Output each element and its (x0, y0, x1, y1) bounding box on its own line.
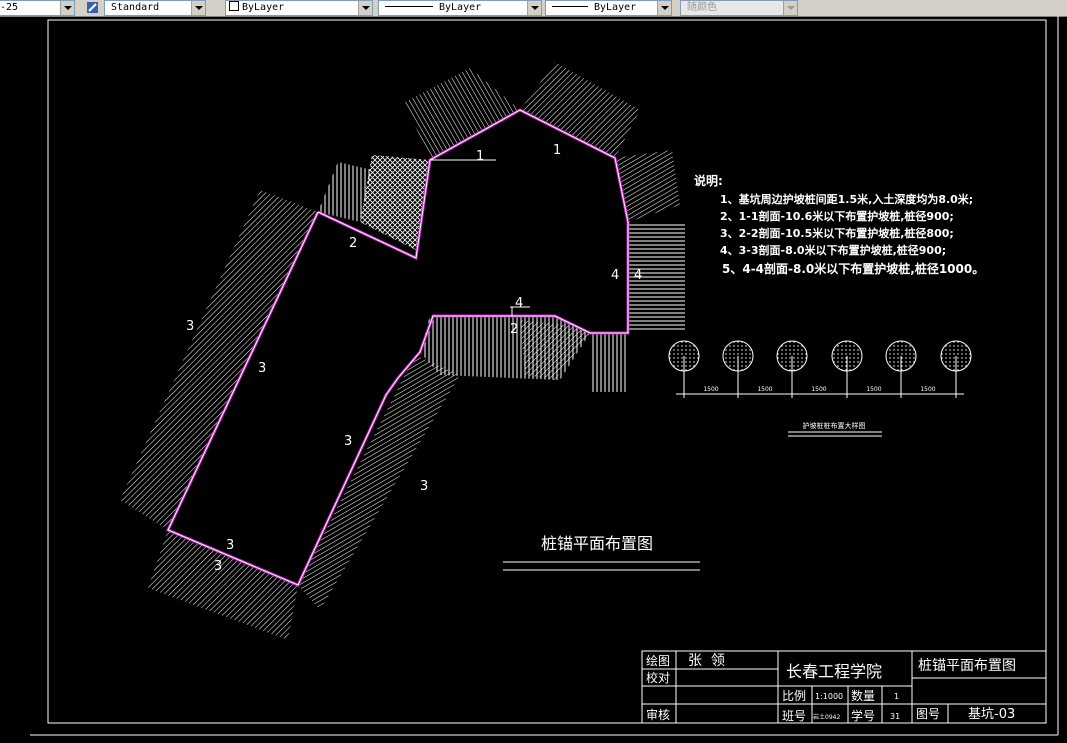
notes-heading: 说明: (694, 173, 723, 188)
section-label: 3 (420, 479, 428, 494)
dimstyle-value: -25 (0, 2, 19, 13)
section-label: 3 (186, 319, 194, 334)
layer-value: ByLayer (242, 2, 285, 13)
layer-color-dropdown[interactable]: ByLayer (225, 0, 373, 16)
section-label: 3 (214, 559, 222, 574)
plotstyle-dropdown[interactable]: 随颜色 (680, 0, 798, 16)
section-label: 3 (344, 434, 352, 449)
lineweight-value: ByLayer (594, 2, 637, 13)
plotstyle-value: 随颜色 (687, 2, 717, 13)
section-label: 3 (226, 538, 234, 553)
note-line: 5、4-4剖面-8.0米以下布置护坡桩,桩径1000。 (722, 261, 984, 276)
dimstyle-dropdown[interactable]: -25 (0, 0, 75, 16)
spacing-label: 1500 (757, 386, 772, 393)
chevron-down-icon[interactable] (60, 1, 74, 15)
textstyle-dropdown[interactable]: Standard (104, 0, 206, 16)
text-style-icon[interactable] (85, 0, 101, 14)
scale-label: 比例 (782, 689, 806, 703)
sid-value: 31 (890, 712, 900, 721)
chevron-down-icon[interactable] (783, 1, 797, 15)
drawing-name: 桩锚平面布置图 (918, 657, 1016, 674)
review-label: 审核 (646, 707, 670, 722)
color-swatch-icon (229, 1, 239, 11)
note-line: 2、1-1剖面-10.6米以下布置护坡桩,桩径900; (720, 209, 954, 223)
section-label: 2 (510, 322, 518, 337)
chevron-down-icon[interactable] (358, 1, 372, 15)
section-label: 3 (258, 361, 266, 376)
spacing-label: 1500 (811, 386, 826, 393)
check-label: 校对 (646, 670, 670, 685)
section-label: 4 (634, 268, 642, 283)
section-label: 2 (349, 236, 357, 251)
lineweight-dropdown[interactable]: ByLayer (545, 0, 672, 16)
note-line: 4、3-3剖面-8.0米以下布置护坡桩,桩径900; (720, 243, 946, 257)
spacing-label: 1500 (920, 386, 935, 393)
chevron-down-icon[interactable] (527, 1, 541, 15)
dwgno-label: 图号 (916, 707, 940, 721)
linetype-dropdown[interactable]: ByLayer (378, 0, 542, 16)
sid-label: 学号 (851, 708, 875, 723)
pile-detail-caption: 护坡桩桩布置大样图 (803, 421, 866, 430)
school-name: 长春工程学院 (786, 662, 882, 681)
qty-label: 数量 (851, 688, 875, 703)
draw-value: 张 领 (688, 653, 725, 669)
drawing-canvas[interactable]: 1 1 2 3 3 3 3 3 3 4 4 4 2 说明: 1、基坑周边护坡桩间… (0, 16, 1067, 743)
draw-label: 绘图 (646, 653, 670, 668)
section-label: 4 (611, 268, 619, 283)
pile-detail: 1500 1500 1500 1500 1500 护坡桩桩布置大样图 (668, 340, 972, 437)
qty-value: 1 (894, 692, 899, 701)
properties-toolbar: -25 Standard ByLayer ByLayer ByLayer 随颜色 (0, 0, 1067, 17)
scale-value: 1:1000 (815, 692, 843, 701)
section-leaders (430, 159, 530, 316)
chevron-down-icon[interactable] (191, 1, 205, 15)
class-label: 班号 (782, 709, 806, 723)
note-line: 3、2-2剖面-10.5米以下布置护坡桩,桩径800; (720, 226, 954, 240)
section-label: 1 (476, 149, 484, 164)
class-value: 岩土0942 (813, 713, 840, 721)
linetype-value: ByLayer (439, 2, 482, 13)
textstyle-value: Standard (111, 2, 160, 13)
spacing-label: 1500 (703, 386, 718, 393)
chevron-down-icon[interactable] (657, 1, 671, 15)
section-label: 4 (515, 296, 523, 311)
drawing-title: 桩锚平面布置图 (541, 534, 653, 553)
spacing-label: 1500 (866, 386, 881, 393)
section-label: 1 (553, 143, 561, 158)
line-sample-icon (552, 6, 588, 7)
dwgno-value: 基坑-03 (968, 707, 1015, 722)
line-sample-icon (385, 6, 433, 7)
notes-block: 说明: 1、基坑周边护坡桩间距1.5米,入土深度均为8.0米; 2、1-1剖面-… (694, 173, 984, 276)
title-block-text: 绘图 张 领 校对 审核 长春工程学院 桩锚平面布置图 比例 1:1000 数量… (646, 653, 1016, 723)
support-hatching (120, 62, 685, 640)
note-line: 1、基坑周边护坡桩间距1.5米,入土深度均为8.0米; (720, 192, 973, 206)
